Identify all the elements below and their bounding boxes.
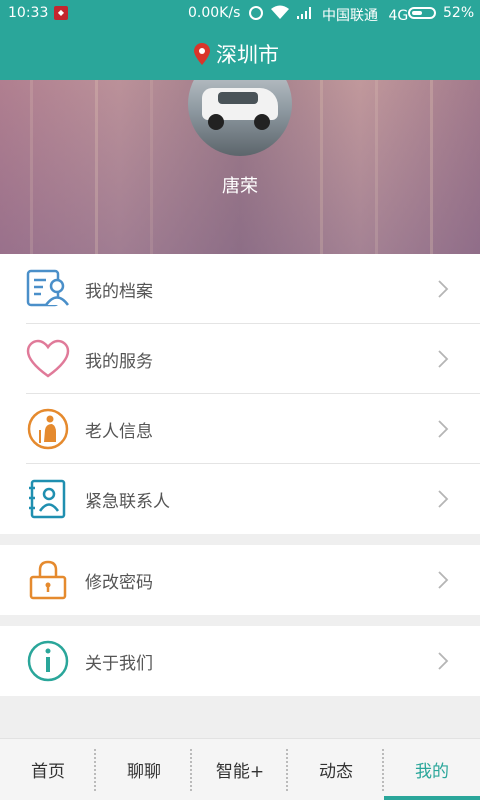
- menu-label: 修改密码: [85, 572, 153, 593]
- status-time: 10:33: [8, 5, 49, 21]
- tab-label: 动态: [319, 762, 353, 782]
- menu-item-emergency-contact[interactable]: 紧急联系人: [0, 464, 480, 534]
- menu-label: 老人信息: [85, 421, 153, 442]
- active-tab-indicator: [384, 796, 480, 800]
- heart-icon: [26, 339, 70, 378]
- tab-mine[interactable]: 我的: [384, 739, 480, 800]
- banner-decoration: [375, 80, 378, 254]
- signal-icon: [297, 7, 311, 19]
- menu-group-security: 修改密码: [0, 545, 480, 615]
- battery-percent: 52%: [443, 5, 475, 21]
- app-notification-icon: ◆: [54, 6, 68, 20]
- lock-icon: [29, 560, 67, 600]
- header: 深圳市: [0, 26, 480, 80]
- network-type: 4G: [388, 8, 409, 24]
- chevron-right-icon: [438, 280, 449, 298]
- tab-smart[interactable]: 智能+: [192, 739, 288, 800]
- tab-label: 首页: [31, 762, 65, 782]
- banner-decoration: [320, 80, 323, 254]
- tab-chat[interactable]: 聊聊: [96, 739, 192, 800]
- username: 唐荣: [222, 176, 258, 197]
- location-selector[interactable]: 深圳市: [194, 39, 279, 69]
- menu-item-elderly-info[interactable]: 老人信息: [0, 394, 480, 464]
- alarm-icon: [249, 6, 263, 20]
- menu-label: 我的档案: [85, 281, 153, 302]
- profile-banner: 唐荣: [0, 80, 480, 254]
- banner-decoration: [150, 80, 153, 254]
- tab-label: 我的: [415, 762, 449, 782]
- wifi-icon: [271, 5, 289, 19]
- location-pin-icon: [194, 43, 210, 65]
- battery-icon: [408, 7, 436, 19]
- avatar[interactable]: [188, 80, 292, 156]
- carrier-name: 中国联通: [322, 8, 378, 24]
- tab-label: 聊聊: [127, 762, 161, 782]
- chevron-right-icon: [438, 652, 449, 670]
- menu-item-my-services[interactable]: 我的服务: [0, 324, 480, 394]
- avatar-car-window: [218, 92, 258, 104]
- menu-label: 紧急联系人: [85, 491, 170, 512]
- menu-label: 我的服务: [85, 351, 153, 372]
- menu-group-about: 关于我们: [0, 626, 480, 696]
- battery-fill: [412, 11, 422, 15]
- banner-decoration: [430, 80, 433, 254]
- tab-feed[interactable]: 动态: [288, 739, 384, 800]
- menu-item-change-password[interactable]: 修改密码: [0, 545, 480, 615]
- chevron-right-icon: [438, 420, 449, 438]
- profile-card-icon: [26, 269, 70, 307]
- network-speed: 0.00K/s: [188, 5, 241, 21]
- chevron-right-icon: [438, 490, 449, 508]
- contact-book-icon: [29, 479, 66, 519]
- banner-decoration: [95, 80, 98, 254]
- tab-label: 智能+: [215, 762, 265, 782]
- info-icon: [27, 640, 69, 682]
- menu-label: 关于我们: [85, 653, 153, 674]
- menu-item-about-us[interactable]: 关于我们: [0, 626, 480, 696]
- status-bar: 10:33 ◆ 0.00K/s 中国联通 4G 52%: [0, 0, 480, 26]
- avatar-car-wheel: [208, 114, 224, 130]
- bottom-tab-bar: 首页 聊聊 智能+ 动态 我的: [0, 738, 480, 800]
- chevron-right-icon: [438, 350, 449, 368]
- tab-home[interactable]: 首页: [0, 739, 96, 800]
- chevron-right-icon: [438, 571, 449, 589]
- menu-item-my-records[interactable]: 我的档案: [0, 254, 480, 324]
- elderly-person-icon: [27, 408, 69, 450]
- banner-decoration: [30, 80, 33, 254]
- avatar-car-wheel: [254, 114, 270, 130]
- city-name: 深圳市: [216, 43, 279, 67]
- menu-group-main: 我的档案 我的服务 老人信息 紧急联系人: [0, 254, 480, 534]
